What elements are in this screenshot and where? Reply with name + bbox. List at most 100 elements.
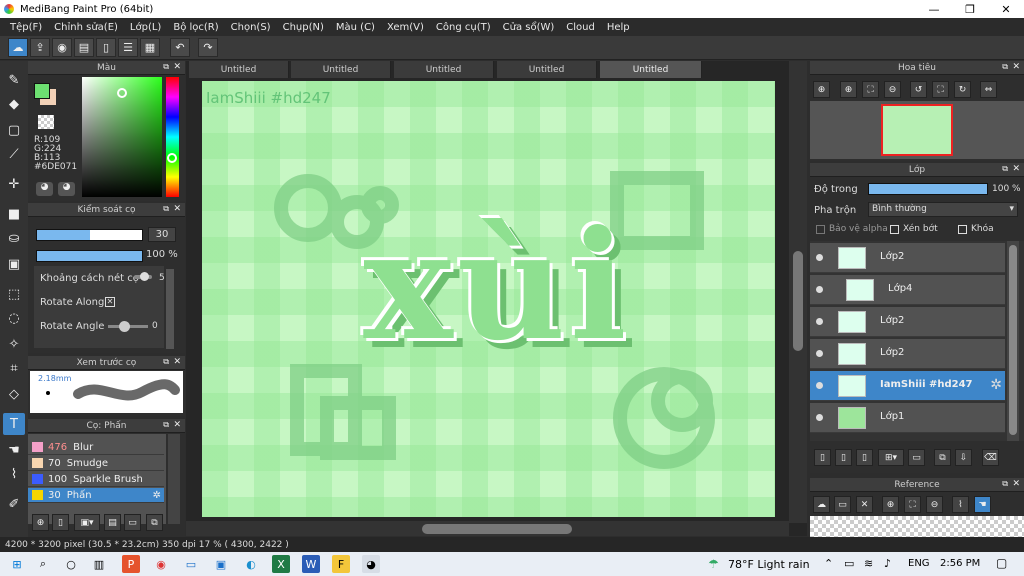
eyedropper-tool-icon[interactable]: ⌇	[3, 463, 25, 485]
list-item[interactable]: 30 Phấn ✲	[28, 488, 164, 503]
wifi-icon[interactable]: ≋	[864, 557, 873, 570]
rotate-left-icon[interactable]: ↺	[910, 81, 927, 98]
folder-icon[interactable]: ▭	[124, 514, 141, 531]
list-icon[interactable]: ☰	[118, 38, 138, 57]
list-item[interactable]: 476 Blur	[28, 440, 164, 455]
gradient-tool-icon[interactable]: ▣	[3, 253, 25, 275]
app-f-icon[interactable]: F	[332, 555, 350, 573]
popout-icon[interactable]: ⧉	[163, 62, 169, 72]
popout-icon[interactable]: ⧉	[1002, 62, 1008, 72]
duplicate-layer-icon[interactable]: ⧉	[934, 449, 951, 466]
rotate-right-icon[interactable]: ↻	[954, 81, 971, 98]
gear-icon[interactable]: ✲	[990, 377, 1002, 393]
close-icon[interactable]: ✕	[856, 496, 873, 513]
spacing-slider-knob[interactable]	[140, 272, 149, 281]
hue-slider[interactable]	[166, 77, 179, 197]
menu-tools[interactable]: Công cụ(T)	[436, 22, 491, 33]
cloud-upload-icon[interactable]: ☁	[813, 496, 830, 513]
brush-size-value[interactable]: 30	[148, 227, 176, 242]
menu-filter[interactable]: Bộ lọc(R)	[173, 22, 218, 33]
redo-icon[interactable]: ↷	[198, 38, 218, 57]
move-tool-icon[interactable]: ✛	[3, 173, 25, 195]
menu-color[interactable]: Màu (C)	[336, 22, 375, 33]
panel-close-icon[interactable]: ✕	[1012, 62, 1020, 72]
palette-icon[interactable]: ◕	[36, 182, 53, 196]
menu-layer[interactable]: Lớp(L)	[130, 22, 161, 33]
fg-color-swatch[interactable]	[34, 83, 50, 99]
maximize-button[interactable]: ❐	[952, 0, 988, 18]
panel-close-icon[interactable]: ✕	[173, 357, 181, 367]
color-set-icon[interactable]: ◕	[58, 182, 75, 196]
merge-layer-icon[interactable]: ⇩	[955, 449, 972, 466]
zoom-out-icon[interactable]: ⊖	[926, 496, 943, 513]
language-indicator[interactable]: ENG	[908, 558, 930, 569]
eye-icon[interactable]	[816, 318, 823, 325]
menu-help[interactable]: Help	[607, 22, 630, 33]
select-pen-tool-icon[interactable]: ⌗	[3, 357, 25, 379]
desktop-icon[interactable]: ▣	[212, 555, 230, 573]
brush-opacity-slider[interactable]	[36, 250, 143, 262]
hand-tool-icon[interactable]: ☚	[3, 439, 25, 461]
cloud-icon[interactable]: ☁	[8, 38, 28, 57]
panel-close-icon[interactable]: ✕	[173, 62, 181, 72]
brush-size-slider[interactable]	[36, 229, 143, 241]
rect-select-tool-icon[interactable]: ▢	[3, 119, 25, 141]
clip-checkbox[interactable]	[890, 225, 899, 234]
layer-row-selected[interactable]: IamShiii #hd247 ✲	[810, 371, 1005, 401]
minimize-button[interactable]: —	[916, 0, 952, 18]
menu-edit[interactable]: Chỉnh sửa(E)	[54, 22, 118, 33]
marquee-tool-icon[interactable]: ⬚	[3, 283, 25, 305]
panel-close-icon[interactable]: ✕	[1012, 164, 1020, 174]
flip-icon[interactable]: ⇔	[980, 81, 997, 98]
bucket-tool-icon[interactable]: ⛀	[3, 227, 25, 249]
comment-icon[interactable]: ▤	[74, 38, 94, 57]
layer-row[interactable]: Lớp4	[810, 275, 1005, 305]
protect-alpha-checkbox[interactable]	[816, 225, 825, 234]
clock[interactable]: 2:56 PM	[940, 558, 980, 569]
fit-icon[interactable]: ⛶	[904, 496, 921, 513]
eraser-tool-icon[interactable]: ◆	[3, 93, 25, 115]
brush-list-scrollbar[interactable]	[168, 434, 180, 524]
weather-text[interactable]: 78°F Light rain	[728, 558, 810, 571]
popout-icon[interactable]: ⧉	[1002, 164, 1008, 174]
eyedropper-icon[interactable]: ⌇	[952, 496, 969, 513]
eye-icon[interactable]	[816, 286, 823, 293]
panel-close-icon[interactable]: ✕	[173, 420, 181, 430]
search-icon[interactable]: ⌕	[34, 555, 52, 573]
new-layer-3-icon[interactable]: ▯	[856, 449, 873, 466]
panel-close-icon[interactable]: ✕	[173, 204, 181, 214]
divide-tool-icon[interactable]: ✐	[3, 493, 25, 515]
layer-row[interactable]: Lớp2	[810, 307, 1005, 337]
panel-close-icon[interactable]: ✕	[1012, 479, 1020, 489]
tab-untitled-active[interactable]: Untitled	[600, 61, 702, 78]
close-button[interactable]: ✕	[988, 0, 1024, 18]
brush-options-scrollbar[interactable]	[166, 269, 174, 349]
new-layer-icon[interactable]: ▯	[814, 449, 831, 466]
edge-icon[interactable]: ◐	[242, 555, 260, 573]
document-icon[interactable]: ▯	[96, 38, 116, 57]
tab-untitled-2[interactable]: Untitled	[291, 61, 391, 78]
line-tool-icon[interactable]: ⟋	[3, 143, 25, 165]
task-view-icon[interactable]: ▥	[90, 555, 108, 573]
undo-icon[interactable]: ↶	[170, 38, 190, 57]
new-brush-icon[interactable]: ▯	[52, 514, 69, 531]
picker-cursor[interactable]	[117, 88, 127, 98]
pen-tool-icon[interactable]: ✎	[3, 69, 25, 91]
eye-icon[interactable]	[816, 350, 823, 357]
zoom-in-icon[interactable]: ⊕	[813, 81, 830, 98]
eye-icon[interactable]	[816, 254, 823, 261]
duplicate-icon[interactable]: ⧉	[146, 514, 163, 531]
windows-start-icon[interactable]: ⊞	[8, 555, 26, 573]
select-eraser-tool-icon[interactable]: ◇	[3, 383, 25, 405]
list-item[interactable]: 70 Smudge	[28, 456, 164, 471]
hand-icon[interactable]: ☚	[974, 496, 991, 513]
layer-scrollbar[interactable]	[1007, 241, 1019, 441]
fit-icon[interactable]: ⛶	[862, 81, 879, 98]
popout-icon[interactable]: ⧉	[163, 420, 169, 430]
menu-file[interactable]: Tệp(F)	[10, 22, 42, 33]
popout-icon[interactable]: ⧉	[1002, 479, 1008, 489]
monitor-icon[interactable]: ▭	[182, 555, 200, 573]
cortana-icon[interactable]: ○	[62, 555, 80, 573]
transparent-swatch[interactable]	[38, 115, 54, 129]
menu-view[interactable]: Xem(V)	[387, 22, 424, 33]
